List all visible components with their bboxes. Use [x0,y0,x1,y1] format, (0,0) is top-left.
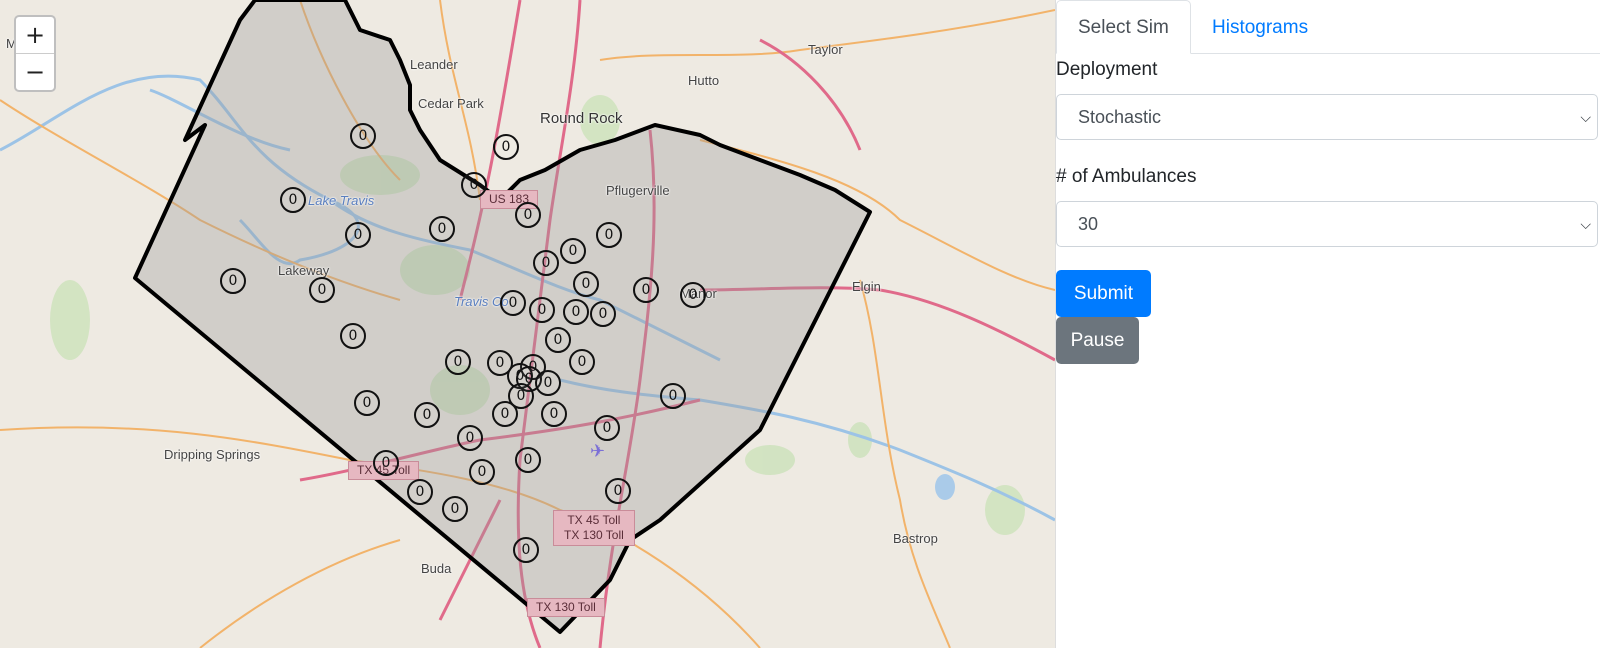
map-view[interactable]: ✈ + − M Falls Leander Cedar Park Round R… [0,0,1056,648]
place-label-lakeway: Lakeway [278,263,330,278]
place-label-pflugerville: Pflugerville [606,183,670,198]
submit-button[interactable]: Submit [1056,270,1151,317]
road-shield-tx130: TX 130 Toll [527,598,605,617]
station-marker[interactable]: 0 [529,297,555,323]
station-marker[interactable]: 0 [414,402,440,428]
place-label-dripping-springs: Dripping Springs [164,447,261,462]
station-marker[interactable]: 0 [500,290,526,316]
place-label-leander: Leander [410,57,458,72]
station-marker[interactable]: 0 [492,401,518,427]
station-marker[interactable]: 0 [573,271,599,297]
station-marker[interactable]: 0 [442,496,468,522]
station-marker[interactable]: 0 [220,268,246,294]
station-marker[interactable]: 0 [594,415,620,441]
station-marker[interactable]: 0 [373,450,399,476]
ambulances-label: # of Ambulances [1056,166,1197,187]
station-marker[interactable]: 0 [680,282,706,308]
place-label-round-rock: Round Rock [540,110,623,127]
ambulances-select[interactable]: 30 ⌵ [1056,201,1598,247]
station-marker[interactable]: 0 [515,202,541,228]
station-marker[interactable]: 0 [590,301,616,327]
station-marker[interactable]: 0 [461,172,487,198]
station-marker[interactable]: 0 [560,238,586,264]
station-marker[interactable]: 0 [541,401,567,427]
zoom-out-button[interactable]: − [16,53,54,90]
station-marker[interactable]: 0 [407,479,433,505]
place-label-hutto: Hutto [688,73,720,88]
chevron-down-icon: ⌵ [1580,216,1591,232]
control-panel: Select Sim Histograms Deployment Stochas… [1056,0,1600,648]
ambulances-value: 30 [1078,214,1099,234]
station-marker[interactable]: 0 [533,250,559,276]
station-marker[interactable]: 0 [354,390,380,416]
place-label-buda: Buda [421,561,452,576]
station-marker[interactable]: 0 [605,478,631,504]
station-marker[interactable]: 0 [515,447,541,473]
deployment-label: Deployment [1056,59,1158,80]
road-shield-tx45-tx130: TX 45 Toll TX 130 Toll [553,510,635,546]
deployment-select[interactable]: Stochastic ⌵ [1056,94,1598,140]
zoom-control: + − [14,15,56,92]
station-marker[interactable]: 0 [633,277,659,303]
deployment-value: Stochastic [1078,107,1162,127]
place-label-bastrop: Bastrop [893,531,938,546]
station-marker[interactable]: 0 [457,425,483,451]
chevron-down-icon: ⌵ [1580,109,1591,125]
station-marker[interactable]: 0 [569,349,595,375]
zoom-in-button[interactable]: + [16,17,54,53]
place-label-taylor: Taylor [808,42,843,57]
station-marker[interactable]: 0 [563,299,589,325]
station-marker[interactable]: 0 [429,216,455,242]
station-marker[interactable]: 0 [513,537,539,563]
station-marker[interactable]: 0 [535,370,561,396]
station-marker[interactable]: 0 [345,222,371,248]
station-marker[interactable]: 0 [309,277,335,303]
tab-bar: Select Sim Histograms [1056,0,1600,54]
station-marker[interactable]: 0 [340,323,366,349]
tab-select-sim[interactable]: Select Sim [1056,0,1191,54]
place-label-cedar-park: Cedar Park [418,96,484,111]
station-marker[interactable]: 0 [493,134,519,160]
water-label-lake-travis: Lake Travis [308,193,375,208]
station-marker[interactable]: 0 [445,349,471,375]
tab-histograms[interactable]: Histograms [1191,1,1329,53]
station-marker[interactable]: 0 [350,123,376,149]
station-marker[interactable]: 0 [660,383,686,409]
pause-button[interactable]: Pause [1056,317,1139,364]
svg-text:✈: ✈ [590,441,605,462]
station-marker[interactable]: 0 [596,222,622,248]
station-marker[interactable]: 0 [545,327,571,353]
station-marker[interactable]: 0 [280,187,306,213]
place-label-elgin: Elgin [852,279,881,294]
station-marker[interactable]: 0 [469,459,495,485]
